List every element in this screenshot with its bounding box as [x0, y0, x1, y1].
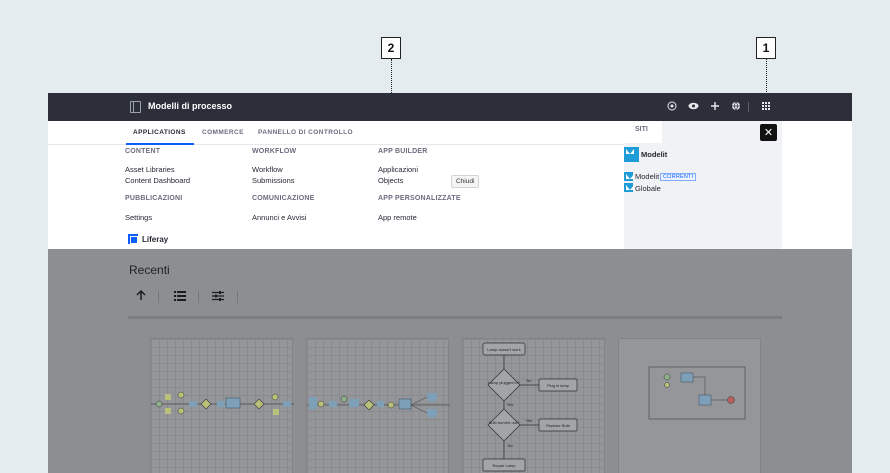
link-asset-libraries[interactable]: Asset Libraries [125, 165, 175, 174]
app-window: Modelli di processo APPLICATIONS COMMERC… [48, 93, 852, 473]
bpmn-diagram-thumbnail [151, 391, 294, 415]
process-model-card[interactable] [150, 338, 294, 473]
category-app-builder: APP BUILDER [378, 148, 428, 155]
control-menu-bar: Modelli di processo [48, 93, 852, 121]
site-logo-icon [624, 172, 634, 181]
category-comunicazione: COMUNICAZIONE [252, 195, 315, 202]
sites-heading: SITI [635, 126, 648, 133]
menu-tabs: APPLICATIONS COMMERCE PANNELLO DI CONTRO… [48, 121, 624, 145]
section-divider [128, 316, 782, 319]
link-annunci-e-avvisi[interactable]: Annunci e Avvisi [252, 213, 306, 222]
category-pubblicazioni: PUBBLICAZIONI [125, 195, 183, 202]
link-submissions[interactable]: Submissions [252, 176, 295, 185]
link-objects[interactable]: Objects [378, 176, 403, 185]
category-workflow: WORKFLOW [252, 148, 297, 155]
section-heading: Recenti [129, 263, 170, 277]
category-content: CONTENT [125, 148, 161, 155]
callout-2: 2 [381, 37, 401, 59]
active-tab-indicator [126, 143, 194, 145]
flow-label: Yes [526, 418, 533, 423]
flow-label: No [507, 443, 513, 448]
tab-pannello-di-controllo[interactable]: PANNELLO DI CONTROLLO [258, 129, 353, 136]
site-logo-icon [624, 147, 639, 162]
panel-toggle-icon[interactable] [130, 101, 141, 113]
sort-arrow-up-icon[interactable] [136, 289, 146, 304]
site-item-globale[interactable]: Globale [635, 184, 661, 193]
link-content-dashboard[interactable]: Content Dashboard [125, 176, 190, 185]
callout-1: 1 [756, 37, 776, 59]
flow-label: Replace Bulb [546, 423, 571, 428]
process-model-card[interactable] [618, 338, 761, 473]
current-site-badge: CORRENTI [660, 173, 697, 181]
bpmn-diagram-thumbnail [648, 366, 746, 420]
site-logo-icon [624, 183, 634, 192]
filter-sliders-icon[interactable] [212, 290, 224, 304]
applications-menu: APPLICATIONS COMMERCE PANNELLO DI CONTRO… [48, 121, 852, 249]
target-icon[interactable] [666, 100, 678, 112]
toolbar-separator [198, 291, 199, 303]
list-view-icon[interactable] [174, 290, 186, 304]
flow-label: Bulb burned out? [489, 420, 520, 425]
featured-site-name[interactable]: Modelit [641, 150, 667, 159]
apps-grid-icon[interactable] [760, 100, 772, 112]
tab-commerce[interactable]: COMMERCE [202, 129, 244, 136]
flow-label: Lamp doesn't work [487, 347, 520, 352]
process-model-card[interactable] [306, 338, 450, 473]
link-workflow[interactable]: Workflow [252, 165, 283, 174]
bpmn-diagram-thumbnail [307, 393, 450, 417]
link-app-remote[interactable]: App remote [378, 213, 417, 222]
tab-applications[interactable]: APPLICATIONS [133, 129, 186, 136]
flow-label: Yes [507, 402, 514, 407]
flow-label: Repair Lamp [493, 463, 517, 468]
toolbar-separator [237, 291, 238, 303]
process-model-card[interactable]: Lamp doesn't work Lamp plugged in? No Pl… [462, 338, 605, 473]
link-settings[interactable]: Settings [125, 213, 152, 222]
category-app-personalizzate: APP PERSONALIZZATE [378, 195, 461, 202]
sites-panel: SITI Modelit Modelit Globale [624, 121, 782, 249]
flowchart-thumbnail: Lamp doesn't work Lamp plugged in? No Pl… [482, 342, 578, 472]
link-applicazioni[interactable]: Applicazioni [378, 165, 418, 174]
liferay-logo-icon [128, 234, 138, 244]
flow-label: Plug in lamp [547, 383, 570, 388]
flow-label: Lamp plugged in? [488, 380, 521, 385]
page-title: Modelli di processo [148, 101, 233, 111]
eye-icon[interactable] [687, 100, 699, 112]
globe-icon[interactable] [730, 100, 742, 112]
plus-icon[interactable] [709, 100, 721, 112]
main-content-overlay: Recenti Lamp doesn't work Lamp plugged i… [48, 249, 852, 473]
flow-label: No [526, 378, 532, 383]
toolbar-separator [158, 291, 159, 303]
sites-tab[interactable]: SITI [624, 121, 662, 143]
topbar-separator [748, 102, 749, 112]
close-tooltip: Chiudi [451, 175, 480, 188]
close-menu-button[interactable]: ✕ [760, 124, 777, 141]
site-item-modelit[interactable]: Modelit [635, 172, 659, 181]
liferay-brand: Liferay [142, 235, 169, 244]
